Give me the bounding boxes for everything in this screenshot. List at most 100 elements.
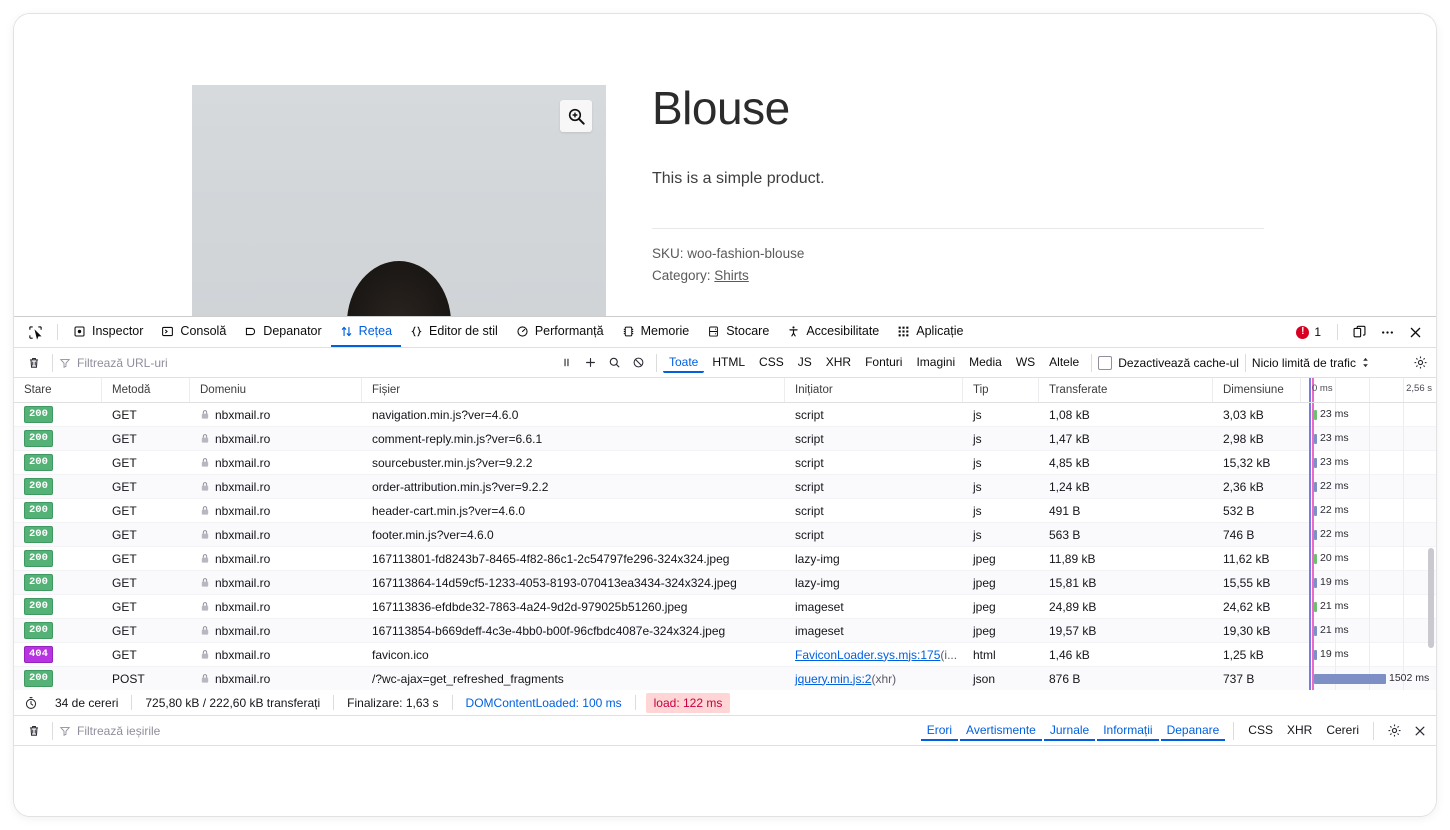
- error-count-badge[interactable]: ! 1: [1288, 325, 1329, 339]
- url-filter-input[interactable]: Filtrează URL-uri: [59, 356, 554, 370]
- devtools-panel: Inspector Consolă Depanator Rețea Editor…: [14, 316, 1436, 816]
- cell-timeline: 23 ms: [1301, 450, 1436, 475]
- table-row[interactable]: 200 GET nbxmail.ro 167113836-efdbde32-7863-…: [14, 594, 1436, 619]
- type-filter-other[interactable]: Altele: [1043, 353, 1085, 373]
- clear-console-icon[interactable]: [22, 720, 46, 742]
- tab-memory[interactable]: Memorie: [613, 318, 699, 347]
- lock-icon: [200, 481, 210, 492]
- column-header-type[interactable]: Tip: [963, 378, 1039, 402]
- column-header-size[interactable]: Dimensiune: [1213, 378, 1301, 402]
- product-summary: Blouse This is a simple product. SKU: wo…: [652, 84, 1264, 290]
- type-filter-css[interactable]: CSS: [753, 353, 790, 373]
- timeline-bar: [1314, 457, 1317, 468]
- initiator-link[interactable]: FaviconLoader.sys.mjs:175: [795, 648, 940, 662]
- timeline-duration-label: 20 ms: [1320, 551, 1349, 564]
- toolbar-separator: [1373, 721, 1374, 740]
- product-category-link[interactable]: Shirts: [714, 268, 749, 283]
- cell-timeline: 22 ms: [1301, 474, 1436, 499]
- cell-initiator: lazy-img: [785, 571, 963, 595]
- disable-cache-checkbox[interactable]: Dezactivează cache-ul: [1098, 355, 1239, 370]
- search-icon[interactable]: [602, 352, 626, 374]
- table-row[interactable]: 200 GET nbxmail.ro 167113854-b669deff-4c3e-…: [14, 618, 1436, 643]
- table-row[interactable]: 200 GET nbxmail.ro 167113801-fd8243b7-8465-…: [14, 546, 1436, 571]
- table-row[interactable]: 200 GET nbxmail.ro sourcebuster.min.js?ver=…: [14, 450, 1436, 475]
- disable-cache-label: Dezactivează cache-ul: [1118, 355, 1239, 370]
- tab-storage[interactable]: Stocare: [698, 318, 778, 347]
- tab-application-label: Aplicație: [916, 324, 964, 338]
- console-tab-warnings[interactable]: Avertismente: [960, 721, 1042, 741]
- type-filter-media[interactable]: Media: [963, 353, 1008, 373]
- cell-type: html: [973, 647, 996, 662]
- product-image[interactable]: [192, 85, 606, 316]
- table-row[interactable]: 200 GET nbxmail.ro footer.min.js?ver=4.6.0 s…: [14, 522, 1436, 547]
- cell-domain: nbxmail.ro: [190, 499, 362, 523]
- table-row[interactable]: 200 GET nbxmail.ro header-cart.min.js?ver=4…: [14, 498, 1436, 523]
- cell-initiator: FaviconLoader.sys.mjs:175 (i...: [785, 643, 963, 667]
- console-filter-input[interactable]: Filtrează ieșirile: [59, 724, 554, 738]
- tab-console[interactable]: Consolă: [152, 318, 235, 347]
- tab-performance[interactable]: Performanță: [507, 318, 613, 347]
- console-tab-requests[interactable]: Cereri: [1320, 721, 1365, 741]
- clear-requests-icon[interactable]: [22, 352, 46, 374]
- tab-application[interactable]: Aplicație: [888, 318, 972, 347]
- cell-domain: nbxmail.ro: [190, 571, 362, 595]
- table-row[interactable]: 200 POST nbxmail.ro /?wc-ajax=get_refreshed…: [14, 666, 1436, 690]
- console-tab-css[interactable]: CSS: [1242, 721, 1279, 741]
- throttling-select[interactable]: Nicio limită de trafic: [1252, 356, 1370, 370]
- tab-network[interactable]: Rețea: [330, 318, 402, 347]
- initiator-link[interactable]: jquery.min.js:2: [795, 672, 871, 686]
- console-tab-info[interactable]: Informații: [1097, 721, 1159, 741]
- type-filter-xhr[interactable]: XHR: [820, 353, 857, 373]
- tab-accessibility[interactable]: Accesibilitate: [778, 318, 888, 347]
- console-settings-gear-icon[interactable]: [1382, 720, 1406, 742]
- cell-status: 200: [14, 619, 102, 643]
- cell-size: 2,36 kB: [1223, 479, 1264, 494]
- pause-recording-icon[interactable]: [554, 352, 578, 374]
- column-header-transferred[interactable]: Transferate: [1039, 378, 1213, 402]
- type-filter-all[interactable]: Toate: [663, 353, 705, 373]
- table-row[interactable]: 200 GET nbxmail.ro navigation.min.js?ver=4.…: [14, 403, 1436, 427]
- divider: [652, 228, 1264, 230]
- column-header-method[interactable]: Metodă: [102, 378, 190, 402]
- console-tab-xhr[interactable]: XHR: [1281, 721, 1318, 741]
- cell-timeline: 21 ms: [1301, 618, 1436, 643]
- timeline-duration-label: 22 ms: [1320, 527, 1349, 540]
- initiator-label: imageset: [795, 623, 844, 638]
- type-filter-images[interactable]: Imagini: [910, 353, 961, 373]
- network-settings-gear-icon[interactable]: [1408, 352, 1432, 374]
- column-header-initiator[interactable]: Inițiator: [785, 378, 963, 402]
- console-tab-debug[interactable]: Depanare: [1160, 721, 1226, 741]
- element-picker-icon[interactable]: [22, 321, 48, 343]
- column-header-domain[interactable]: Domeniu: [190, 378, 362, 402]
- column-header-file[interactable]: Fișier: [362, 378, 785, 402]
- type-filter-fonts[interactable]: Fonturi: [859, 353, 908, 373]
- close-console-icon[interactable]: [1408, 720, 1432, 742]
- tab-debugger-label: Depanator: [263, 324, 322, 338]
- column-header-timeline[interactable]: 0 ms 2,56 s: [1301, 378, 1436, 402]
- console-tab-logs[interactable]: Jurnale: [1043, 721, 1096, 741]
- network-icon: [340, 325, 353, 338]
- network-filter-toolbar: Filtrează URL-uri Toate HTML CSS JS XHR …: [14, 348, 1436, 378]
- cell-type: js: [973, 503, 982, 518]
- table-row[interactable]: 404 GET nbxmail.ro favicon.ico FaviconLoader…: [14, 642, 1436, 667]
- block-requests-icon[interactable]: [626, 352, 650, 374]
- zoom-in-icon[interactable]: [560, 100, 592, 132]
- tab-style-editor[interactable]: Editor de stil: [401, 318, 507, 347]
- more-options-icon[interactable]: [1374, 320, 1400, 344]
- close-devtools-icon[interactable]: [1402, 320, 1428, 344]
- type-filter-ws[interactable]: WS: [1010, 353, 1041, 373]
- tab-debugger[interactable]: Depanator: [235, 318, 330, 347]
- lock-icon: [200, 649, 210, 660]
- console-tab-errors[interactable]: Erori: [920, 721, 959, 741]
- type-filter-html[interactable]: HTML: [706, 353, 751, 373]
- table-row[interactable]: 200 GET nbxmail.ro order-attribution.min.js…: [14, 474, 1436, 499]
- table-scrollbar[interactable]: [1428, 548, 1434, 648]
- dock-position-icon[interactable]: [1346, 320, 1372, 344]
- table-row[interactable]: 200 GET nbxmail.ro 167113864-14d59cf5-1233-…: [14, 570, 1436, 595]
- type-filter-js[interactable]: JS: [792, 353, 818, 373]
- table-row[interactable]: 200 GET nbxmail.ro comment-reply.min.js?ver…: [14, 426, 1436, 451]
- column-header-status[interactable]: Stare: [14, 378, 102, 402]
- tab-inspector[interactable]: Inspector: [64, 318, 152, 347]
- cell-timeline: 1502 ms: [1301, 666, 1436, 690]
- add-request-icon[interactable]: [578, 352, 602, 374]
